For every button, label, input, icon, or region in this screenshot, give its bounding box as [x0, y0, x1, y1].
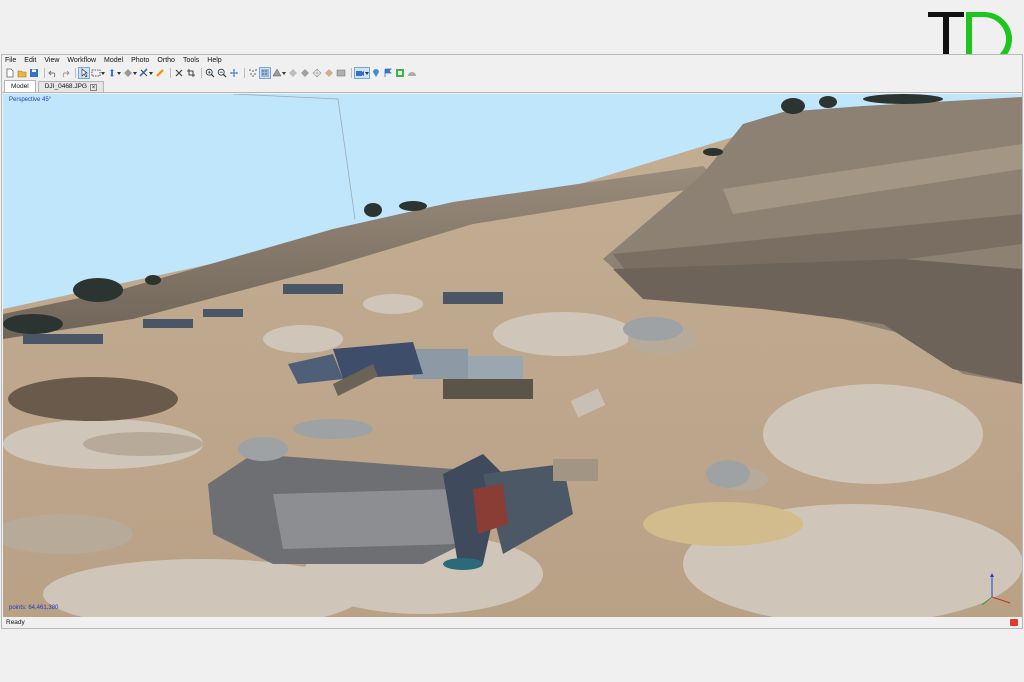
menu-edit[interactable]: Edit	[20, 55, 40, 66]
shaded-model-icon[interactable]	[288, 68, 298, 78]
status-text: Ready	[6, 618, 25, 626]
toolbar-separator	[75, 68, 76, 78]
toolbar-separator	[170, 68, 171, 78]
toolbar-separator	[201, 68, 202, 78]
status-bar: Ready	[2, 616, 1022, 628]
delete-selection-icon[interactable]	[174, 68, 184, 78]
network-status-icon[interactable]	[1010, 618, 1018, 626]
tab-label: DJI_0468.JPG	[44, 83, 87, 90]
show-cameras-icon[interactable]	[354, 67, 370, 79]
reset-view-icon[interactable]	[229, 68, 239, 78]
save-icon[interactable]	[29, 68, 39, 78]
show-trackball-icon[interactable]	[407, 68, 417, 78]
tab-model[interactable]: Model	[4, 80, 36, 92]
menu-photo[interactable]: Photo	[127, 55, 153, 66]
menu-view[interactable]: View	[40, 55, 63, 66]
tab-label: Model	[11, 82, 29, 90]
redo-icon[interactable]	[60, 68, 70, 78]
quarry-point-cloud	[3, 94, 1022, 617]
zoom-out-icon[interactable]	[217, 68, 227, 78]
solid-model-icon[interactable]	[300, 68, 310, 78]
menu-file[interactable]: File	[2, 55, 20, 66]
menu-ortho[interactable]: Ortho	[153, 55, 179, 66]
move-object-icon[interactable]	[107, 68, 121, 78]
new-file-icon[interactable]	[5, 68, 15, 78]
dense-cloud-icon[interactable]	[259, 67, 271, 79]
toolbar	[2, 66, 1022, 80]
tiled-model-icon[interactable]	[336, 68, 346, 78]
crop-icon[interactable]	[186, 68, 196, 78]
navigation-cursor-icon[interactable]	[78, 67, 90, 79]
point-count-label: points: 64,461,380	[9, 605, 59, 611]
move-region-icon[interactable]	[123, 68, 137, 78]
menu-bar: File Edit View Workflow Model Photo Orth…	[2, 55, 1022, 66]
mesh-view-icon[interactable]	[272, 68, 286, 78]
pencil-icon[interactable]	[155, 68, 165, 78]
menu-help[interactable]: Help	[203, 55, 225, 66]
model-viewport[interactable]: Perspective 45° points: 64,461,380	[3, 94, 1022, 617]
zoom-in-icon[interactable]	[205, 68, 215, 78]
show-shapes-icon[interactable]	[383, 68, 393, 78]
axes-gizmo-icon	[981, 573, 1011, 606]
ruler-icon[interactable]	[139, 68, 153, 78]
menu-tools[interactable]: Tools	[179, 55, 203, 66]
wireframe-model-icon[interactable]	[312, 68, 322, 78]
show-region-icon[interactable]	[395, 68, 405, 78]
undo-icon[interactable]	[48, 68, 58, 78]
textured-model-icon[interactable]	[324, 68, 334, 78]
tab-bar: Model DJI_0468.JPG ×	[2, 80, 1022, 93]
tab-photo[interactable]: DJI_0468.JPG ×	[37, 81, 104, 92]
rectangle-selection-icon[interactable]	[91, 68, 105, 78]
toolbar-separator	[351, 68, 352, 78]
menu-workflow[interactable]: Workflow	[63, 55, 100, 66]
point-cloud-icon[interactable]	[248, 68, 258, 78]
open-folder-icon[interactable]	[17, 68, 27, 78]
show-markers-icon[interactable]	[371, 68, 381, 78]
projection-label: Perspective 45°	[9, 97, 52, 103]
close-icon[interactable]: ×	[90, 83, 97, 91]
application-window: File Edit View Workflow Model Photo Orth…	[1, 54, 1023, 629]
toolbar-separator	[244, 68, 245, 78]
toolbar-separator	[44, 68, 45, 78]
menu-model[interactable]: Model	[100, 55, 127, 66]
